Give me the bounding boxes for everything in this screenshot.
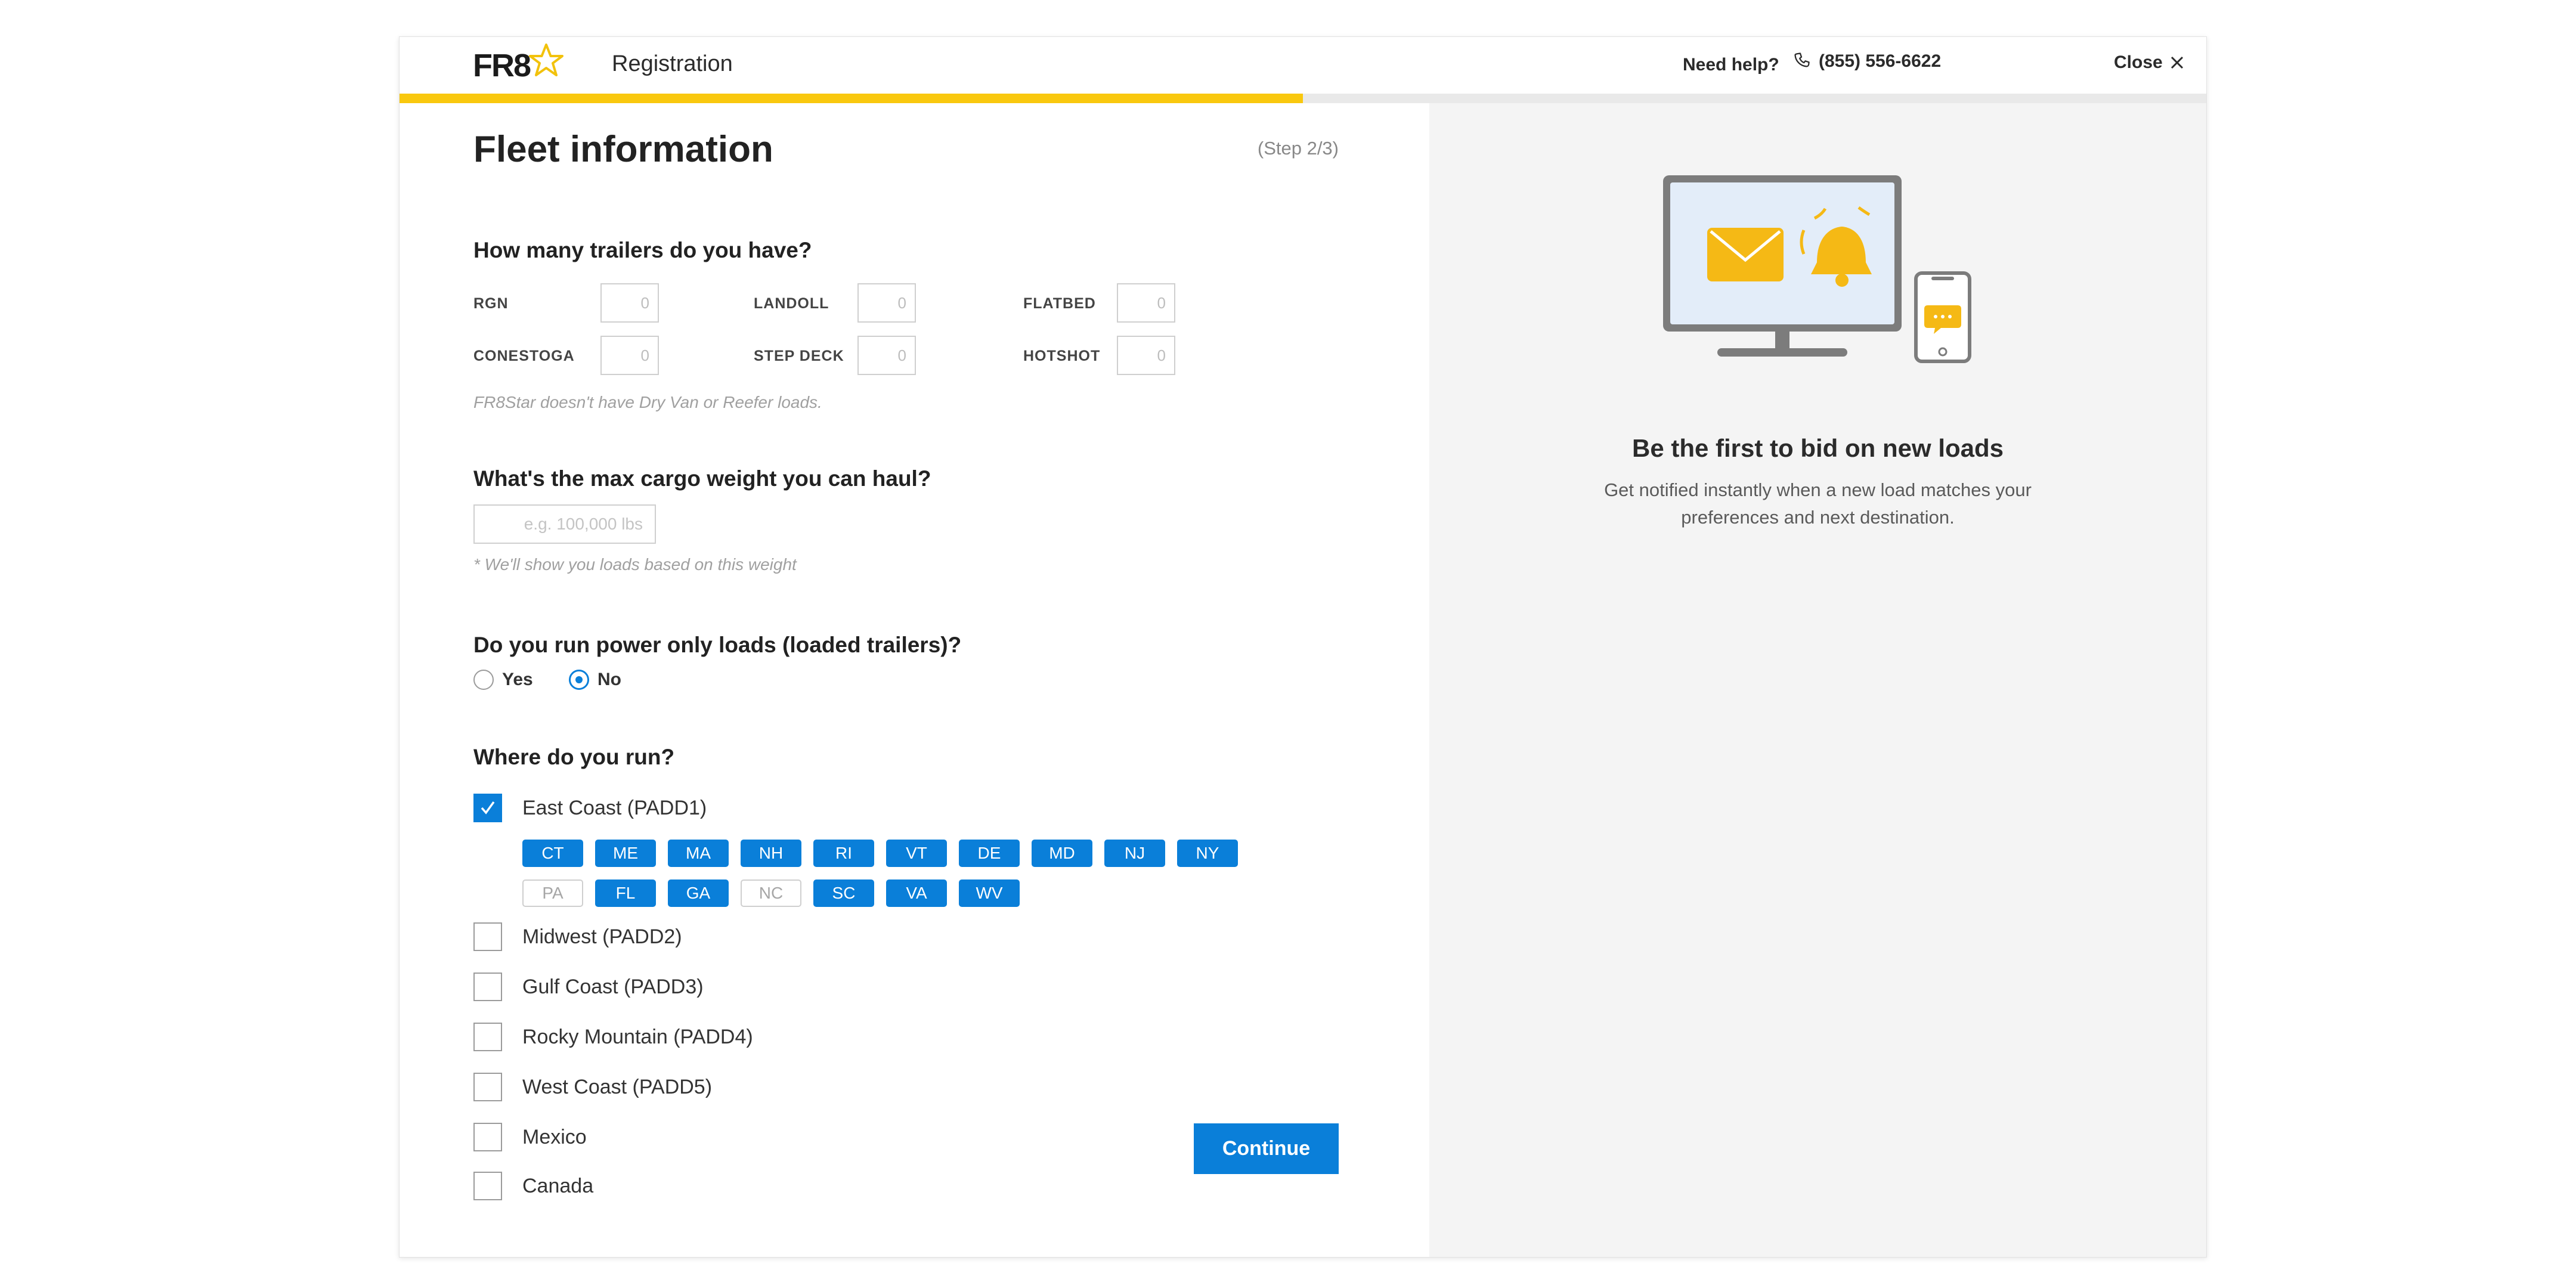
power-only-question: Do you run power only loads (loaded trai… bbox=[473, 633, 962, 657]
landoll-count-input[interactable]: 0 bbox=[857, 283, 916, 323]
state-chip-nh[interactable]: NH bbox=[741, 840, 801, 867]
state-chip-sc[interactable]: SC bbox=[813, 879, 874, 907]
weight-note: * We'll show you loads based on this wei… bbox=[473, 555, 797, 574]
radio-yes-label: Yes bbox=[502, 670, 533, 689]
step-deck-count-input[interactable]: 0 bbox=[857, 336, 916, 375]
promo-panel: Be the first to bid on new loads Get not… bbox=[1429, 103, 2206, 1257]
region-canada[interactable]: Canada bbox=[473, 1172, 593, 1200]
region-label: Rocky Mountain (PADD4) bbox=[522, 1025, 753, 1048]
state-chip-me[interactable]: ME bbox=[595, 840, 656, 867]
notification-illustration bbox=[1663, 175, 1971, 363]
max-weight-input[interactable]: e.g. 100,000 lbs bbox=[473, 504, 656, 544]
state-chips-row-1: CT ME MA NH RI VT DE MD NJ NY bbox=[522, 840, 1238, 867]
region-label: West Coast (PADD5) bbox=[522, 1075, 713, 1098]
state-chip-nj[interactable]: NJ bbox=[1104, 840, 1165, 867]
regions-question: Where do you run? bbox=[473, 745, 675, 769]
state-chip-va[interactable]: VA bbox=[886, 879, 947, 907]
trailer-label-flatbed: FLATBED bbox=[1023, 295, 1096, 312]
region-east-coast[interactable]: East Coast (PADD1) bbox=[473, 794, 707, 822]
region-rocky-mountain[interactable]: Rocky Mountain (PADD4) bbox=[473, 1023, 753, 1051]
state-chip-nc[interactable]: NC bbox=[741, 879, 801, 907]
trailer-note: FR8Star doesn't have Dry Van or Reefer l… bbox=[473, 393, 822, 411]
west-coast-checkbox[interactable] bbox=[473, 1073, 502, 1101]
conestoga-count-input[interactable]: 0 bbox=[600, 336, 659, 375]
trailer-label-conestoga: CONESTOGA bbox=[473, 348, 575, 364]
mexico-checkbox[interactable] bbox=[473, 1123, 502, 1151]
close-button[interactable]: Close bbox=[2114, 52, 2184, 73]
radio-no-label: No bbox=[597, 670, 621, 689]
page-title: Fleet information bbox=[473, 129, 773, 170]
phone-link[interactable]: (855) 556-6622 bbox=[1792, 51, 1941, 72]
state-chip-ga[interactable]: GA bbox=[668, 879, 729, 907]
state-chip-ny[interactable]: NY bbox=[1177, 840, 1238, 867]
region-mexico[interactable]: Mexico bbox=[473, 1123, 587, 1151]
region-label: Midwest (PADD2) bbox=[522, 925, 682, 948]
region-label: Canada bbox=[522, 1174, 594, 1197]
trailer-label-step-deck: STEP DECK bbox=[754, 348, 844, 364]
hotshot-count-input[interactable]: 0 bbox=[1117, 336, 1175, 375]
state-chip-wv[interactable]: WV bbox=[959, 879, 1020, 907]
star-icon bbox=[529, 44, 564, 76]
canada-checkbox[interactable] bbox=[473, 1172, 502, 1200]
rocky-mountain-checkbox[interactable] bbox=[473, 1023, 502, 1051]
flatbed-count-input[interactable]: 0 bbox=[1117, 283, 1175, 323]
state-chip-ri[interactable]: RI bbox=[813, 840, 874, 867]
close-icon bbox=[2171, 56, 2183, 69]
fleet-form: Fleet information (Step 2/3) How many tr… bbox=[400, 103, 1429, 1257]
progress-bar bbox=[400, 94, 2206, 103]
region-label: East Coast (PADD1) bbox=[522, 796, 707, 819]
modal-header: FR8 Registration Need help? (855) 556-66… bbox=[400, 37, 2206, 94]
checkmark-icon bbox=[481, 801, 495, 815]
promo-title: Be the first to bid on new loads bbox=[1631, 434, 2004, 462]
midwest-checkbox[interactable] bbox=[473, 922, 502, 951]
gulf-coast-checkbox[interactable] bbox=[473, 973, 502, 1001]
state-chip-pa[interactable]: PA bbox=[522, 879, 583, 907]
state-chip-ct[interactable]: CT bbox=[522, 840, 583, 867]
radio-yes[interactable]: Yes bbox=[473, 670, 533, 690]
envelope-icon bbox=[1707, 228, 1784, 281]
rgn-count-input[interactable]: 0 bbox=[600, 283, 659, 323]
trailer-label-rgn: RGN bbox=[473, 295, 509, 312]
weight-question: What's the max cargo weight you can haul… bbox=[473, 466, 931, 491]
step-indicator: (Step 2/3) bbox=[1257, 138, 1339, 159]
state-chip-md[interactable]: MD bbox=[1032, 840, 1092, 867]
trailers-question: How many trailers do you have? bbox=[473, 238, 812, 262]
region-gulf-coast[interactable]: Gulf Coast (PADD3) bbox=[473, 973, 704, 1001]
continue-button[interactable]: Continue bbox=[1194, 1123, 1339, 1174]
state-chips-row-2: PA FL GA NC SC VA WV bbox=[522, 879, 1020, 907]
region-west-coast[interactable]: West Coast (PADD5) bbox=[473, 1073, 712, 1101]
close-label: Close bbox=[2114, 52, 2163, 72]
east-coast-checkbox[interactable] bbox=[473, 794, 502, 822]
logo-text: FR8 bbox=[473, 48, 531, 83]
phone-number: (855) 556-6622 bbox=[1819, 51, 1942, 71]
header-title: Registration bbox=[612, 51, 733, 76]
state-chip-fl[interactable]: FL bbox=[595, 879, 656, 907]
radio-no[interactable]: No bbox=[569, 670, 621, 690]
fr8star-logo: FR8 bbox=[473, 44, 565, 86]
state-chip-de[interactable]: DE bbox=[959, 840, 1020, 867]
radio-no-circle[interactable] bbox=[569, 670, 589, 690]
registration-modal: FR8 Registration Need help? (855) 556-66… bbox=[399, 36, 2207, 1258]
region-label: Mexico bbox=[522, 1125, 587, 1148]
state-chip-vt[interactable]: VT bbox=[886, 840, 947, 867]
region-midwest[interactable]: Midwest (PADD2) bbox=[473, 922, 682, 951]
radio-yes-circle[interactable] bbox=[473, 670, 494, 690]
region-label: Gulf Coast (PADD3) bbox=[522, 975, 704, 998]
state-chip-ma[interactable]: MA bbox=[668, 840, 729, 867]
trailer-label-landoll: LANDOLL bbox=[754, 295, 829, 312]
phone-icon bbox=[1794, 52, 1810, 67]
need-help-label: Need help? bbox=[1683, 55, 1779, 75]
progress-bar-fill bbox=[400, 94, 1303, 103]
promo-text: Get notified instantly when a new load m… bbox=[1604, 479, 2032, 528]
trailer-label-hotshot: HOTSHOT bbox=[1023, 348, 1101, 364]
